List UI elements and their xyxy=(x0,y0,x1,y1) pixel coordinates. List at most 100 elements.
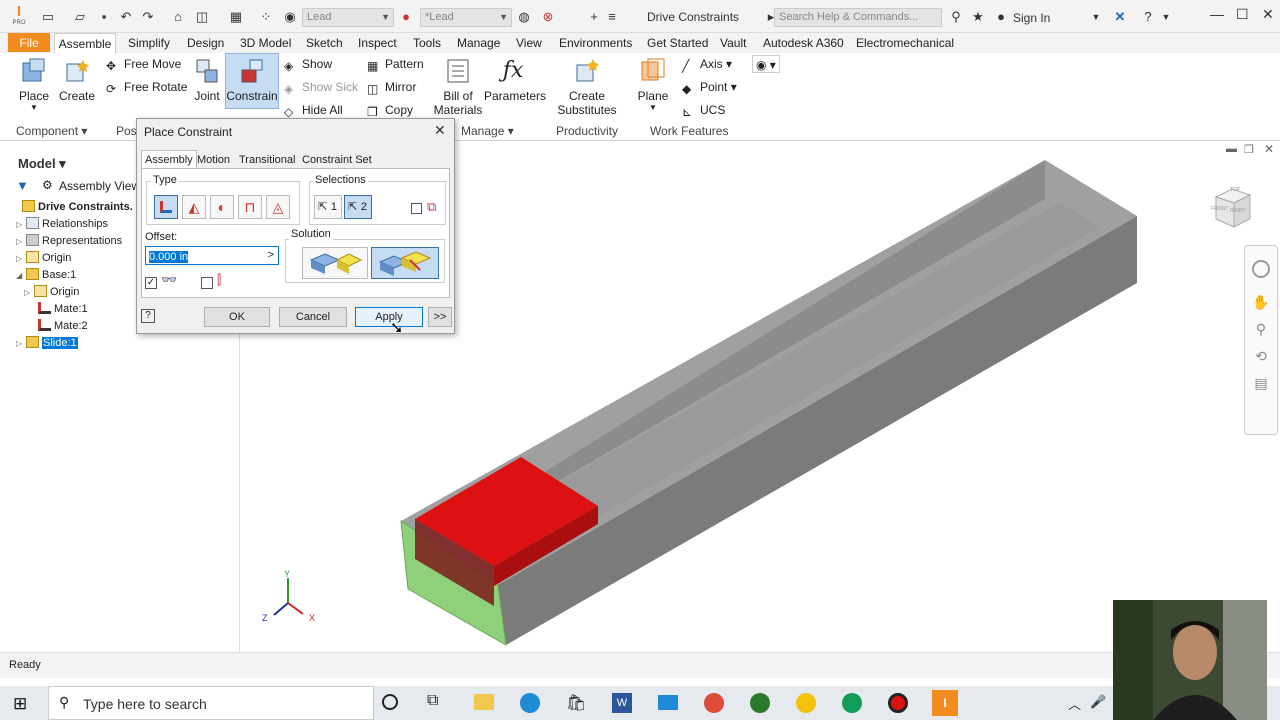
sign-in-link[interactable]: Sign In xyxy=(1013,11,1050,25)
steering-wheel-icon[interactable] xyxy=(1252,260,1270,278)
copy-button[interactable]: ❐ Copy xyxy=(367,101,413,119)
expand-icon[interactable]: ▷ xyxy=(16,234,26,249)
mail-icon[interactable] xyxy=(658,695,678,710)
place-button[interactable]: Place ▼ xyxy=(16,57,52,115)
mirror-button[interactable]: ◫ Mirror xyxy=(367,78,416,96)
search-input[interactable]: Search Help & Commands... xyxy=(774,8,942,27)
measure-icon[interactable]: ⁘ xyxy=(258,9,274,25)
minimize-icon[interactable]: — xyxy=(1210,6,1224,22)
create-component-button[interactable]: Create xyxy=(58,57,96,103)
globe-icon[interactable]: ◉ xyxy=(282,9,298,25)
store-icon[interactable]: 🛍 xyxy=(566,693,586,713)
pan-icon[interactable]: ✋ xyxy=(1245,294,1277,311)
chrome-icon[interactable] xyxy=(704,693,724,713)
look-at-icon[interactable]: ▤ xyxy=(1245,375,1277,392)
tab-assemble[interactable]: Assemble xyxy=(54,33,116,53)
file-explorer-icon[interactable] xyxy=(474,694,494,710)
tab-file[interactable]: File xyxy=(8,33,50,52)
taskbar-search-box[interactable]: ⚲ Type here to search xyxy=(48,686,374,720)
app-logo[interactable]: I PRO xyxy=(8,4,30,30)
more-button[interactable]: >> xyxy=(428,307,452,327)
tab-design[interactable]: Design xyxy=(187,33,224,53)
tab-get-started[interactable]: Get Started xyxy=(647,33,708,53)
tree-item-mate2[interactable]: Mate:2 xyxy=(38,319,88,334)
solution-flush-button[interactable] xyxy=(371,247,439,279)
close-icon[interactable]: ✕ xyxy=(1262,6,1274,23)
customize-icon[interactable]: ≡ xyxy=(604,9,620,25)
tree-item-mate1[interactable]: Mate:1 xyxy=(38,302,88,317)
chevron-down-icon[interactable]: ▼ xyxy=(1088,9,1104,25)
help-icon[interactable]: ? xyxy=(141,309,155,323)
xbox-icon[interactable] xyxy=(750,693,770,713)
hide-all-button[interactable]: ◇ Hide All xyxy=(284,101,343,119)
mate-type-button[interactable] xyxy=(154,195,178,219)
close-doc-icon[interactable]: ✕ xyxy=(1264,142,1274,156)
dialog-close-icon[interactable]: ✕ xyxy=(434,122,446,139)
restore-doc-icon[interactable]: ❐ xyxy=(1244,143,1254,156)
free-move-button[interactable]: ✥ Free Move xyxy=(106,55,181,73)
expand-icon[interactable]: ▷ xyxy=(16,251,26,266)
ucs-button[interactable]: ⊾ UCS xyxy=(682,101,725,119)
tree-item-root[interactable]: Drive Constraints. xyxy=(22,200,133,215)
tab-3d-model[interactable]: 3D Model xyxy=(240,33,291,53)
select-icon[interactable]: ▦ xyxy=(228,9,244,25)
point-button[interactable]: ◆ Point ▾ xyxy=(682,78,737,96)
material-combo[interactable]: Lead ▼ xyxy=(302,8,394,27)
parameters-button[interactable]: ƒx Parameters xyxy=(484,57,546,103)
selection-2-button[interactable]: ⇱ 2 xyxy=(344,195,372,219)
new-icon[interactable]: ▭ xyxy=(40,9,56,25)
show-button[interactable]: ◈ Show xyxy=(284,55,332,73)
tab-manage[interactable]: Manage xyxy=(457,33,500,53)
joint-button[interactable]: Joint xyxy=(192,57,222,103)
inventor-icon[interactable]: I xyxy=(932,690,958,716)
expand-icon[interactable]: ▷ xyxy=(16,217,26,232)
insert-type-button[interactable]: ⊓ xyxy=(238,195,262,219)
filter-icon[interactable]: ▼ xyxy=(16,178,29,193)
tree-item-base-origin[interactable]: ▷ Origin xyxy=(24,285,79,300)
tree-item-slide[interactable]: ▷ Slide:1 xyxy=(16,336,78,351)
undo-icon[interactable]: ↶ xyxy=(118,9,134,25)
constrain-button[interactable]: Constrain xyxy=(225,53,279,109)
tree-item-base[interactable]: ◢ Base:1 xyxy=(16,268,76,283)
collapse-icon[interactable]: ◢ xyxy=(16,268,26,283)
maximize-icon[interactable]: ☐ xyxy=(1236,6,1249,23)
first-occurrence-checkbox[interactable] xyxy=(411,203,422,214)
tab-tools[interactable]: Tools xyxy=(413,33,441,53)
zoom-icon[interactable]: ⚲ xyxy=(1245,321,1277,338)
tab-inspect[interactable]: Inspect xyxy=(358,33,397,53)
microphone-icon[interactable]: 🎤 xyxy=(1090,694,1106,710)
create-substitutes-button[interactable]: Create Substitutes xyxy=(556,57,618,117)
bill-of-materials-button[interactable]: Bill of Materials xyxy=(432,57,484,117)
tree-item-representations[interactable]: ▷ Representations xyxy=(16,234,122,249)
cancel-button[interactable]: Cancel xyxy=(279,307,347,327)
plane-button[interactable]: Plane ▼ xyxy=(636,57,670,115)
chrome-icon[interactable] xyxy=(796,693,816,713)
tab-transitional[interactable]: Transitional xyxy=(236,151,298,169)
tab-constraint-set[interactable]: Constraint Set xyxy=(299,151,375,169)
free-rotate-button[interactable]: ⟳ Free Rotate xyxy=(106,78,187,96)
panel-label-manage[interactable]: Manage ▾ xyxy=(461,124,514,138)
clear-override-icon[interactable]: ⊗ xyxy=(540,9,556,25)
orbit-icon[interactable]: ⟲ xyxy=(1245,348,1277,365)
pick-part-first-icon[interactable]: ⧉ xyxy=(427,199,436,215)
tab-environments[interactable]: Environments xyxy=(559,33,632,53)
solution-mate-button[interactable] xyxy=(302,247,368,279)
minimize-doc-icon[interactable]: ▬ xyxy=(1226,143,1237,155)
binoculars-icon[interactable]: ⚲ xyxy=(948,9,964,25)
chrome-icon[interactable] xyxy=(842,693,862,713)
exchange-icon[interactable]: ✕ xyxy=(1112,9,1128,25)
panel-label-productivity[interactable]: Productivity xyxy=(556,124,618,138)
appearance-combo[interactable]: *Lead ▼ xyxy=(420,8,512,27)
tab-autodesk-a360[interactable]: Autodesk A360 xyxy=(763,33,844,53)
plus-icon[interactable]: + xyxy=(586,9,602,25)
record-icon[interactable] xyxy=(888,693,908,713)
pattern-button[interactable]: ▦ Pattern xyxy=(367,55,424,73)
tree-item-origin[interactable]: ▷ Origin xyxy=(16,251,71,266)
predict-offset-checkbox[interactable] xyxy=(201,277,213,289)
tree-item-relationships[interactable]: ▷ Relationships xyxy=(16,217,108,232)
tab-view[interactable]: View xyxy=(516,33,542,53)
tab-vault[interactable]: Vault xyxy=(720,33,746,53)
home-icon[interactable]: ⌂ xyxy=(170,9,186,25)
view-options-button[interactable]: ◉ ▾ xyxy=(752,55,780,73)
tab-motion[interactable]: Motion xyxy=(194,151,233,169)
